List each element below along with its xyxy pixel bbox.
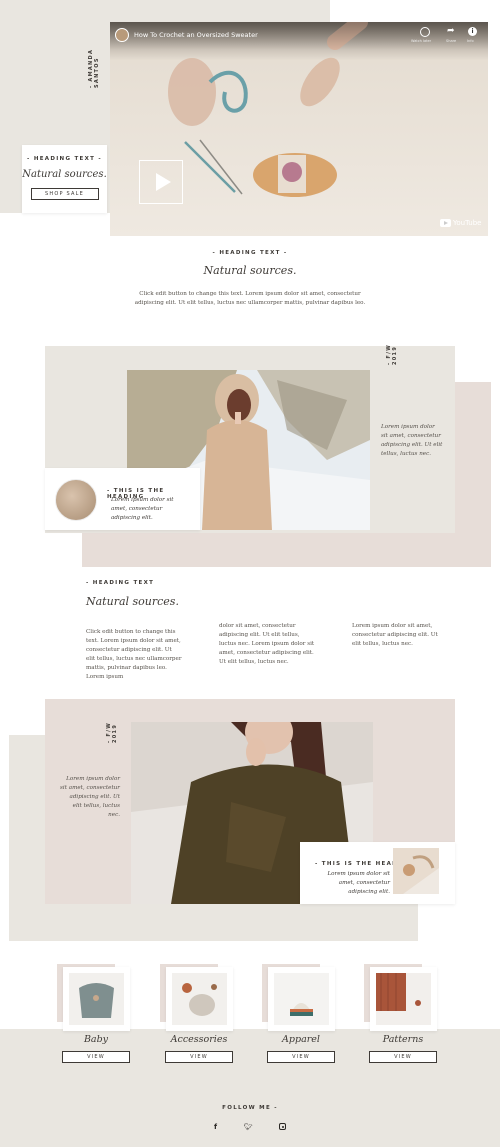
youtube-logo[interactable]: YouTube — [440, 219, 481, 227]
category-apparel-view-button[interactable]: VIEW — [267, 1051, 335, 1063]
follow-me-label: FOLLOW ME - — [222, 1105, 278, 1111]
share-icon[interactable]: ➦ — [447, 26, 455, 36]
hero-card-title: Natural sources. — [22, 169, 107, 180]
text-section-col2: dolor sit amet, consectetur adipiscing e… — [219, 623, 315, 665]
shop-sale-button[interactable]: SHOP SALE — [30, 188, 99, 200]
category-patterns[interactable]: Patterns VIEW — [364, 964, 442, 1067]
intro-body: Click edit button to change this text. L… — [134, 291, 366, 306]
youtube-icon — [440, 219, 451, 227]
category-patterns-view-button[interactable]: VIEW — [369, 1051, 437, 1063]
category-accessories-view-button[interactable]: VIEW — [165, 1051, 233, 1063]
yarn-ball-image — [55, 479, 97, 521]
intro-title: Natural sources. — [203, 264, 297, 277]
category-patterns-label: Patterns — [382, 1034, 424, 1045]
video-player[interactable]: How To Crochet an Oversized Sweater Watc… — [110, 22, 488, 236]
video-action-3-label: Info — [467, 39, 474, 43]
feature1-side-text: Lorem ipsum dolor sit amet, consectetur … — [381, 424, 443, 457]
yarn-flatlay-icon — [172, 973, 227, 1025]
instagram-icon[interactable] — [279, 1123, 286, 1130]
facebook-icon[interactable]: f — [214, 1123, 217, 1131]
feature1-card: - THIS IS THE HEADING Lorem ipsum dolor … — [45, 468, 200, 530]
category-apparel-label: Apparel — [282, 1034, 320, 1045]
play-button[interactable] — [139, 160, 183, 204]
text-section-title: Natural sources. — [86, 595, 179, 608]
play-icon — [155, 173, 171, 191]
feature2-side-text: Lorem ipsum dolor sit amet, consectetur … — [60, 776, 120, 818]
feature2-card-image — [393, 848, 439, 894]
feature2-vertical-label: - F/W 2019 — [106, 721, 118, 743]
knit-swatch-icon — [376, 973, 431, 1025]
feature1-card-text: Lorem ipsum dolor sit amet, consectetur … — [111, 497, 174, 521]
hero-vertical-label: - AMANDA SANTOS — [88, 48, 100, 88]
text-section-col1: Click edit button to change this text. L… — [86, 629, 182, 680]
feature2-card-text: Lorem ipsum dolor sit amet, consectetur … — [327, 871, 390, 895]
info-icon[interactable]: i — [468, 27, 477, 36]
category-baby-label: Baby — [83, 1034, 109, 1045]
channel-avatar[interactable] — [115, 28, 129, 42]
category-baby-view-button[interactable]: VIEW — [62, 1051, 130, 1063]
feature2-card: - THIS IS THE HEADING Lorem ipsum dolor … — [300, 842, 455, 904]
watch-later-icon[interactable] — [420, 27, 430, 37]
hero-card-kicker: - HEADING TEXT - — [27, 156, 102, 162]
social-links: f 🐦︎ — [214, 1123, 286, 1131]
video-action-2-label: Share — [446, 39, 457, 43]
text-section-kicker: - HEADING TEXT — [86, 580, 155, 586]
knit-hat-icon — [274, 973, 329, 1025]
video-action-1-label: Watch later — [411, 39, 432, 43]
knit-romper-icon — [69, 973, 124, 1025]
twitter-icon[interactable]: 🐦︎ — [244, 1123, 253, 1131]
youtube-label: YouTube — [453, 219, 482, 227]
category-accessories-label: Accessories — [170, 1034, 228, 1045]
intro-section: - HEADING TEXT - Natural sources. Click … — [0, 250, 500, 308]
text-section-col3: Lorem ipsum dolor sit amet, consectetur … — [352, 623, 438, 647]
category-baby[interactable]: Baby VIEW — [57, 964, 135, 1067]
hero-card: - HEADING TEXT - Natural sources. SHOP S… — [22, 145, 107, 213]
category-accessories[interactable]: Accessories VIEW — [160, 964, 238, 1067]
category-apparel[interactable]: Apparel VIEW — [262, 964, 340, 1067]
feature1-vertical-label: - F/W 2019 — [386, 343, 398, 365]
intro-kicker: - HEADING TEXT - — [212, 250, 288, 256]
video-title[interactable]: How To Crochet an Oversized Sweater — [134, 31, 258, 39]
